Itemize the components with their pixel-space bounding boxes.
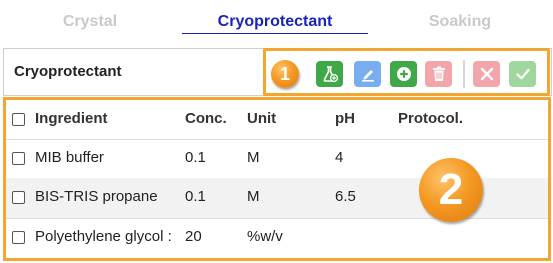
cell-ph: 4 <box>335 149 344 166</box>
trash-icon <box>432 66 445 81</box>
cryoprotectant-panel: Crystal Cryoprotectant Soaking Cryoprote… <box>0 0 553 263</box>
delete-button[interactable] <box>425 61 452 87</box>
column-header-ingredient[interactable]: Ingredient <box>35 110 108 127</box>
confirm-button[interactable] <box>509 61 536 87</box>
toolbar-separator <box>463 60 465 88</box>
select-all-checkbox[interactable] <box>12 113 25 126</box>
cell-ingredient: BIS-TRIS propane <box>35 188 158 205</box>
close-icon <box>480 67 493 81</box>
cell-unit: M <box>247 149 260 166</box>
annotation-badge-2: 2 <box>419 158 483 222</box>
add-button[interactable] <box>390 61 417 87</box>
plus-circle-icon <box>396 67 411 81</box>
tab-cryoprotectant[interactable]: Cryoprotectant <box>182 12 368 34</box>
annotation-badge-1: 1 <box>271 60 299 88</box>
cancel-button[interactable] <box>473 61 500 87</box>
cell-conc: 20 <box>185 228 202 245</box>
cell-unit: M <box>247 188 260 205</box>
pencil-icon <box>361 70 374 82</box>
column-header-ph[interactable]: pH <box>335 110 355 127</box>
column-header-unit[interactable]: Unit <box>247 110 276 127</box>
row-checkbox[interactable] <box>12 152 25 165</box>
row-checkbox[interactable] <box>12 231 25 244</box>
check-icon <box>515 68 530 80</box>
add-ingredient-button[interactable] <box>316 61 343 87</box>
tab-crystal[interactable]: Crystal <box>38 12 142 34</box>
cell-conc: 0.1 <box>185 149 206 166</box>
cell-conc: 0.1 <box>185 188 206 205</box>
column-header-conc[interactable]: Conc. <box>185 110 227 127</box>
table-header-row: Ingredient Conc. Unit pH Protocol. <box>6 100 548 140</box>
edit-button[interactable] <box>354 61 381 87</box>
column-header-protocol[interactable]: Protocol. <box>398 110 463 127</box>
cell-ingredient: MIB buffer <box>35 149 104 166</box>
active-tab-underline <box>182 33 368 34</box>
row-checkbox[interactable] <box>12 191 25 204</box>
table-row[interactable]: Polyethylene glycol : 20 %w/v <box>6 218 548 258</box>
tab-bar: Crystal Cryoprotectant Soaking <box>0 0 553 38</box>
panel-title: Cryoprotectant <box>14 63 122 80</box>
cell-unit: %w/v <box>247 228 283 245</box>
cell-ph: 6.5 <box>335 188 356 205</box>
flask-plus-icon <box>323 66 338 82</box>
cell-ingredient: Polyethylene glycol : <box>35 228 172 245</box>
tab-soaking[interactable]: Soaking <box>405 12 515 34</box>
